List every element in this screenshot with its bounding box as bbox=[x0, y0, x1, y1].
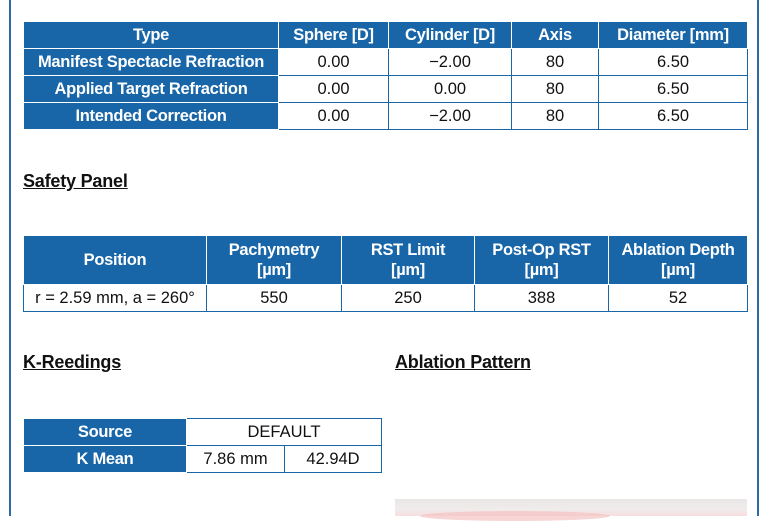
table-row: Applied Target Refraction 0.00 0.00 80 6… bbox=[23, 75, 748, 103]
header-line: Pachymetry bbox=[228, 241, 320, 259]
ablation-pattern-title: Ablation Pattern bbox=[395, 352, 531, 372]
refraction-table: Type Sphere [D] Cylinder [D] Axis Diamet… bbox=[23, 21, 748, 130]
column-header-ablation-depth: Ablation Depth [µm] bbox=[608, 235, 748, 285]
k-mean-diopter-value: 42.94D bbox=[283, 445, 383, 473]
diameter-value: 6.50 bbox=[598, 48, 748, 76]
sphere-value: 0.00 bbox=[278, 48, 389, 76]
header-unit: [µm] bbox=[391, 261, 425, 279]
sphere-value: 0.00 bbox=[278, 75, 389, 103]
header-line: Ablation Depth bbox=[621, 241, 735, 259]
source-value: DEFAULT bbox=[185, 418, 383, 446]
diameter-value: 6.50 bbox=[598, 102, 748, 130]
header-line: RST Limit bbox=[370, 241, 446, 259]
safety-panel-table: Position Pachymetry [µm] RST Limit [µm] … bbox=[23, 235, 748, 312]
sphere-value: 0.00 bbox=[278, 102, 389, 130]
column-header-post-op-rst: Post-Op RST [µm] bbox=[474, 235, 609, 285]
page-border-right bbox=[757, 0, 759, 516]
ablation-depth-value: 52 bbox=[608, 284, 748, 312]
k-mean-label: K Mean bbox=[23, 445, 187, 473]
column-header-position: Position bbox=[23, 235, 207, 285]
column-header-pachymetry: Pachymetry [µm] bbox=[206, 235, 342, 285]
column-header-diameter: Diameter [mm] bbox=[598, 21, 748, 49]
axis-value: 80 bbox=[511, 75, 599, 103]
diameter-value: 6.50 bbox=[598, 75, 748, 103]
k-readings-table: Source DEFAULT K Mean 7.86 mm 42.94D bbox=[23, 418, 383, 473]
header-unit: [µm] bbox=[257, 261, 291, 279]
table-row: Source DEFAULT bbox=[23, 418, 383, 446]
header-unit: [µm] bbox=[524, 261, 559, 279]
page-border-left bbox=[9, 0, 11, 516]
column-header-sphere: Sphere [D] bbox=[278, 21, 389, 49]
table-row: Manifest Spectacle Refraction 0.00 −2.00… bbox=[23, 48, 748, 76]
source-label: Source bbox=[23, 418, 187, 446]
position-value: r = 2.59 mm, a = 260° bbox=[23, 284, 207, 312]
column-header-rst-limit: RST Limit [µm] bbox=[341, 235, 475, 285]
cylinder-value: −2.00 bbox=[388, 102, 512, 130]
table-row: Intended Correction 0.00 −2.00 80 6.50 bbox=[23, 102, 748, 130]
column-header-cylinder: Cylinder [D] bbox=[388, 21, 512, 49]
k-mean-mm-value: 7.86 mm bbox=[186, 445, 285, 473]
row-label: Intended Correction bbox=[23, 102, 279, 130]
column-header-axis: Axis bbox=[511, 21, 599, 49]
header-line: Position bbox=[83, 251, 147, 269]
row-label: Manifest Spectacle Refraction bbox=[23, 48, 279, 76]
k-readings-title: K-Reedings bbox=[23, 352, 122, 372]
table-row: K Mean 7.86 mm 42.94D bbox=[23, 445, 383, 473]
ablation-pattern-color-map bbox=[420, 511, 610, 521]
cylinder-value: 0.00 bbox=[388, 75, 512, 103]
rst-limit-value: 250 bbox=[341, 284, 475, 312]
axis-value: 80 bbox=[511, 102, 599, 130]
table-row: r = 2.59 mm, a = 260° 550 250 388 52 bbox=[23, 284, 748, 312]
header-unit: [µm] bbox=[661, 261, 695, 279]
axis-value: 80 bbox=[511, 48, 599, 76]
column-header-type: Type bbox=[23, 21, 279, 49]
table-header-row: Position Pachymetry [µm] RST Limit [µm] … bbox=[23, 235, 748, 285]
pachymetry-value: 550 bbox=[206, 284, 342, 312]
post-op-rst-value: 388 bbox=[474, 284, 609, 312]
cylinder-value: −2.00 bbox=[388, 48, 512, 76]
table-header-row: Type Sphere [D] Cylinder [D] Axis Diamet… bbox=[23, 21, 748, 49]
safety-panel-title: Safety Panel bbox=[23, 171, 128, 191]
row-label: Applied Target Refraction bbox=[23, 75, 279, 103]
header-line: Post-Op RST bbox=[492, 241, 591, 259]
